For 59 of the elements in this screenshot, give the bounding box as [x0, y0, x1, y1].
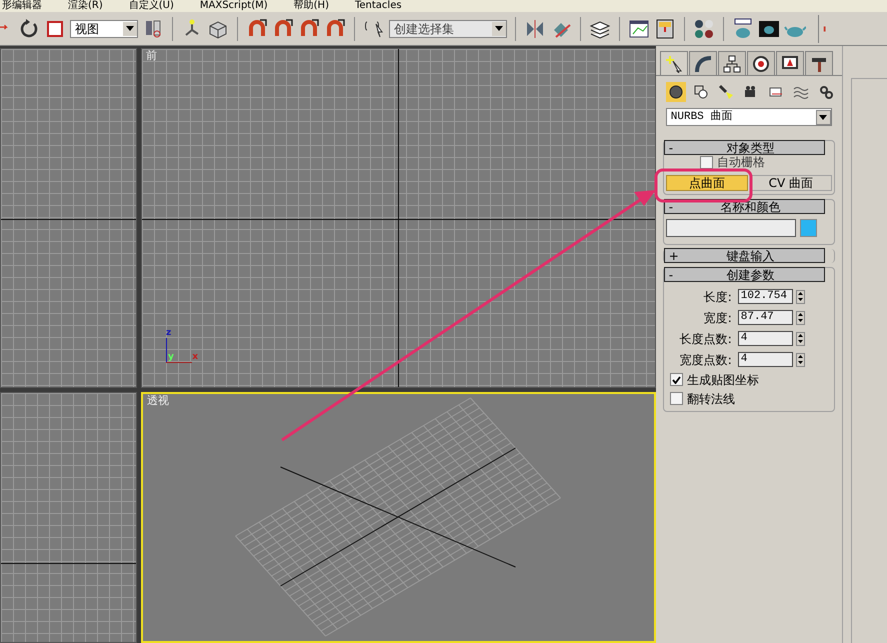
view-dropdown[interactable]: 视图	[70, 20, 138, 38]
waves-icon	[792, 84, 809, 100]
curve-editor-icon[interactable]	[628, 18, 650, 40]
menu-item[interactable]: 形编辑器	[2, 1, 42, 11]
wheel-icon	[752, 54, 770, 72]
shapes-icon	[692, 84, 709, 100]
viewport-label[interactable]: 透视	[147, 395, 169, 406]
color-swatch[interactable]	[800, 219, 817, 237]
gears-icon	[818, 84, 834, 100]
mirror-icon[interactable]	[524, 18, 546, 40]
field-label: 长度:	[702, 290, 733, 302]
panel-tab[interactable]	[660, 51, 688, 75]
bend-icon	[694, 54, 712, 72]
menu-item[interactable]: Tentacles	[354, 1, 402, 11]
field-label: 长度点数:	[678, 332, 733, 344]
viewport[interactable]	[0, 392, 137, 643]
material-editor-icon[interactable]	[693, 18, 715, 40]
panel-tab[interactable]	[688, 51, 717, 75]
spinner-arrows-icon[interactable]	[796, 352, 805, 366]
spinner-arrows-icon[interactable]	[796, 290, 805, 304]
checkbox-label: 生成贴图坐标	[686, 374, 759, 386]
spinner-field[interactable]: 4	[738, 352, 793, 367]
object-type-button[interactable]: 点曲面	[666, 175, 748, 191]
flashlight-icon	[718, 84, 734, 100]
panel-tab[interactable]	[804, 51, 833, 75]
schematic-icon[interactable]	[654, 18, 676, 40]
rotate-icon[interactable]	[18, 18, 40, 40]
name-field[interactable]	[666, 219, 796, 237]
axis-tripod: z y x	[166, 329, 198, 363]
checkbox[interactable]	[670, 392, 683, 405]
category-button[interactable]	[666, 82, 686, 102]
selection-set-field[interactable]: 创建选择集	[389, 20, 507, 38]
checkbox-label: 自动栅格	[716, 156, 765, 168]
spinner-arrows-icon[interactable]	[796, 310, 805, 324]
spinner-field[interactable]: 102.754	[738, 289, 793, 304]
spinner-field[interactable]: 87.47	[738, 310, 793, 325]
rollout-header[interactable]: - 创建参数	[664, 267, 825, 282]
rollout-header[interactable]: - 对象类型	[664, 140, 825, 155]
cursor-star-icon	[664, 54, 683, 72]
panel-tab[interactable]	[718, 51, 746, 75]
field-label: 宽度:	[702, 312, 733, 324]
sphere-icon	[668, 84, 684, 100]
rollout-header[interactable]: + 键盘输入	[664, 248, 825, 263]
spinner-arrows-icon[interactable]	[796, 332, 805, 346]
hierarchy-icon	[722, 54, 741, 72]
type-dropdown[interactable]: NURBS 曲面	[666, 108, 832, 126]
viewport[interactable]: 前 z y x	[141, 48, 656, 388]
viewport[interactable]: 透视	[141, 392, 656, 643]
viewport-label[interactable]: 前	[146, 50, 157, 61]
menu-item[interactable]: MAXScript(M)	[200, 1, 268, 11]
checkbox[interactable]	[670, 373, 683, 386]
field-label: 宽度点数:	[678, 354, 733, 366]
menu-item[interactable]: 帮助(H)	[294, 1, 329, 11]
panel-tab[interactable]	[776, 51, 804, 75]
panel-tab[interactable]	[746, 51, 775, 75]
spinner-field[interactable]: 4	[738, 331, 793, 346]
checkbox-label: 翻转法线	[686, 392, 735, 404]
object-type-button[interactable]: CV 曲面	[750, 175, 832, 191]
viewport[interactable]	[0, 48, 137, 388]
